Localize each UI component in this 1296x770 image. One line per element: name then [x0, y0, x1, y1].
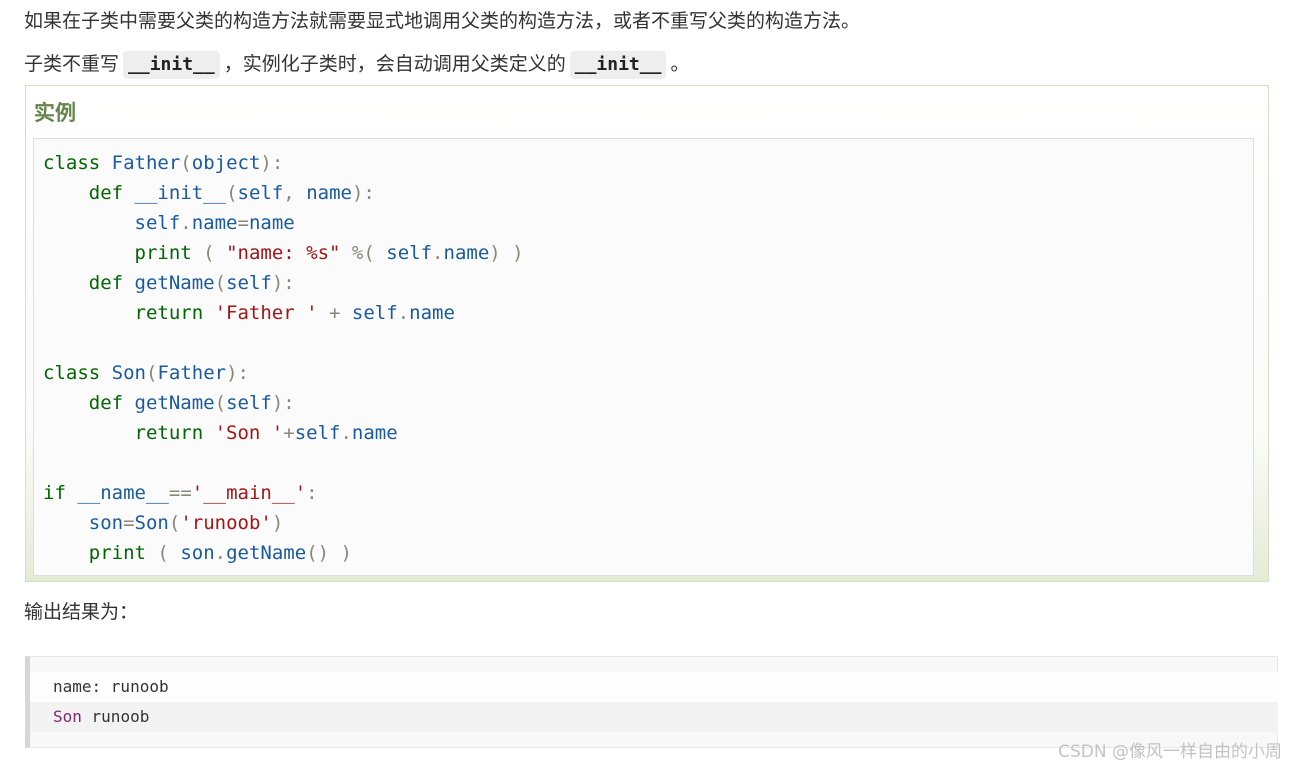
- intro-paragraph-2: 子类不重写 __init__ ，实例化子类时，会自动调用父类定义的 __init__。: [24, 51, 689, 79]
- code-line: def getName(self):: [88, 392, 295, 414]
- output-son-word: Son: [53, 707, 82, 726]
- output-runoob-word: runoob: [81, 707, 150, 726]
- intro-text-1: 如果在子类中需要父类的构造方法就需要显式地调用父类的构造方法，或者不重写父类的构…: [24, 10, 861, 32]
- inline-code-init-2: __init__: [569, 51, 667, 79]
- code-line: return 'Son '+self.name: [134, 422, 398, 444]
- code-line: self.name=name: [134, 212, 295, 234]
- intro-text-2-middle: ，实例化子类时，会自动调用父类定义的: [223, 53, 566, 75]
- code-block: class Father(object): def __init__(self,…: [33, 138, 1254, 576]
- code-line: if __name__=='__main__':: [43, 482, 318, 504]
- code-line: son=Son('runoob'): [88, 512, 284, 534]
- intro-text-2-before: 子类不重写: [24, 53, 120, 75]
- code-line: class Son(Father):: [43, 362, 249, 384]
- inline-code-init-1: __init__: [123, 51, 220, 79]
- code-line: def __init__(self, name):: [88, 182, 375, 204]
- watermark: CSDN @像风一样自由的小周: [1058, 742, 1282, 762]
- code-line: print ( son.getName() ): [88, 542, 352, 564]
- code-line: return 'Father ' + self.name: [134, 302, 455, 324]
- output-line-2: Son runoob: [30, 702, 1278, 732]
- code-line: class Father(object):: [43, 152, 284, 174]
- code-line: def getName(self):: [88, 272, 295, 294]
- code-line: print ( "name: %s" %( self.name) ): [134, 242, 524, 264]
- intro-text-2-after: 。: [670, 53, 690, 75]
- example-title: 实例: [34, 101, 76, 125]
- output-block: name: runoob Son runoob: [25, 656, 1278, 748]
- intro-paragraph-1: 如果在子类中需要父类的构造方法就需要显式地调用父类的构造方法，或者不重写父类的构…: [24, 8, 860, 34]
- output-line-1: name: runoob: [30, 672, 1278, 702]
- example-box: 实例 class Father(object): def __init__(se…: [25, 85, 1269, 582]
- output-label-text: 输出结果为：: [24, 601, 139, 623]
- output-label: 输出结果为：: [24, 599, 138, 625]
- code-content: class Father(object): def __init__(self,…: [43, 148, 524, 568]
